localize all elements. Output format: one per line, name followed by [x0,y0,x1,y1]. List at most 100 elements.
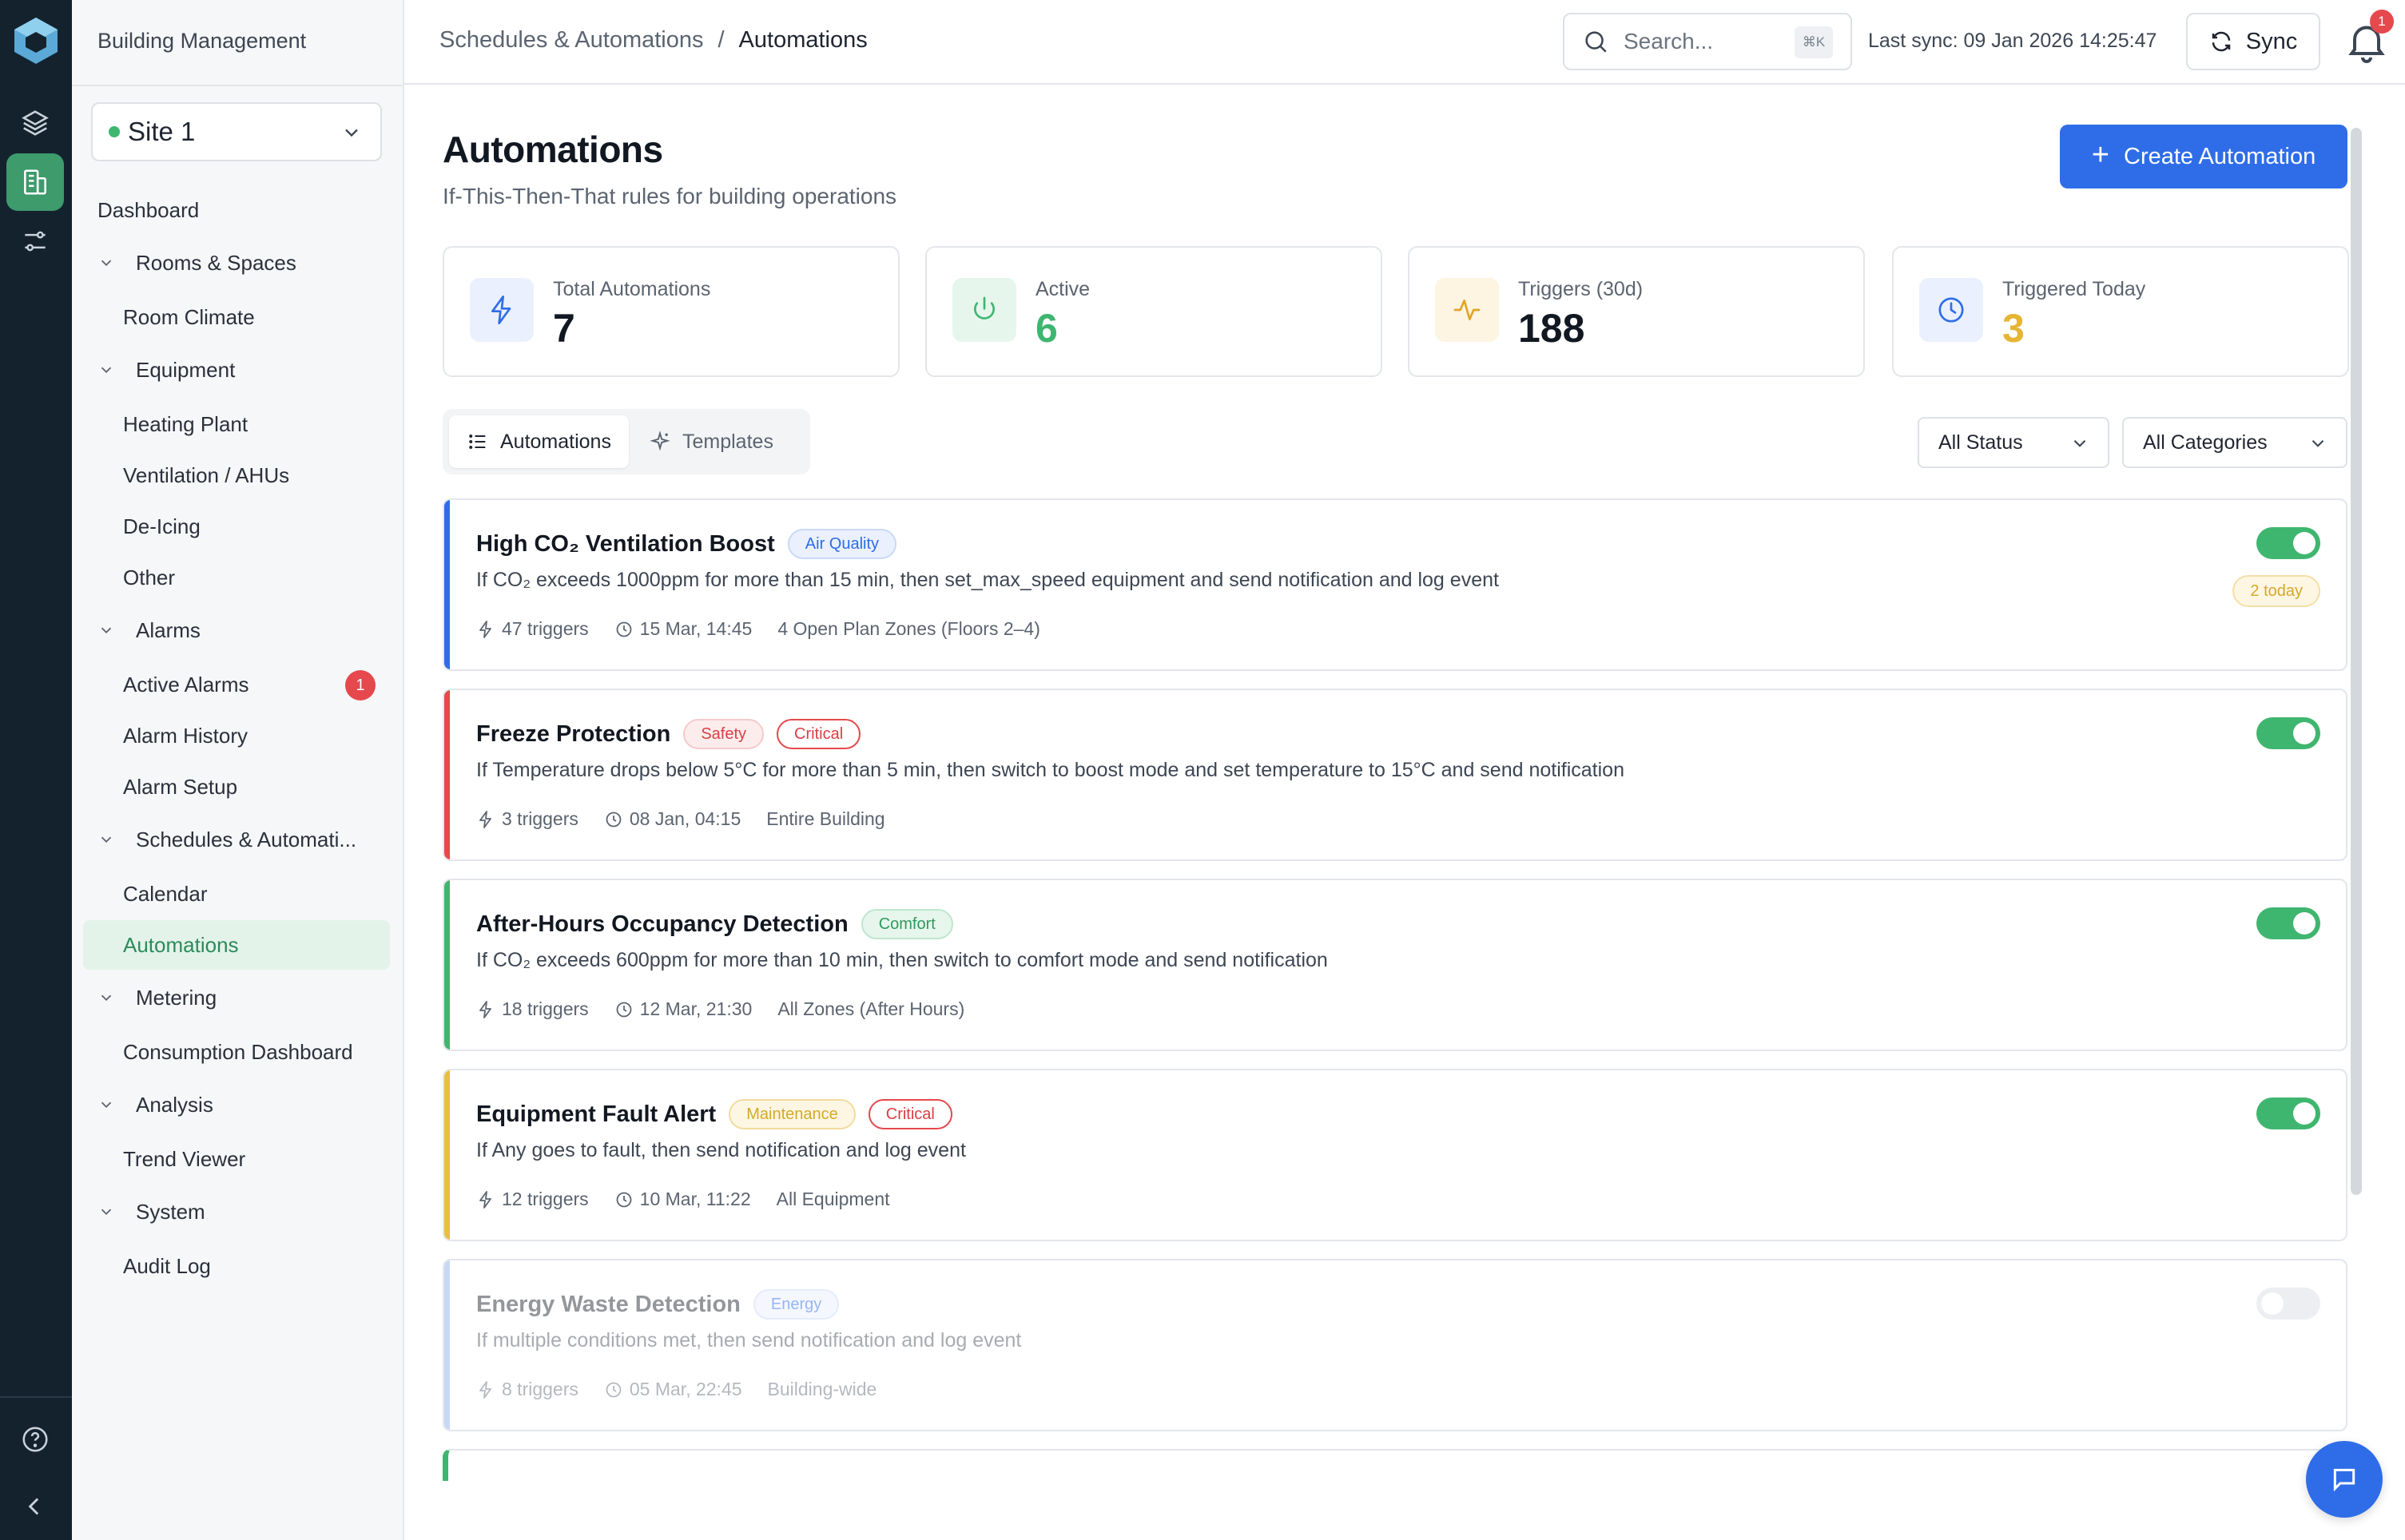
sidebar-item-alarms[interactable]: Alarms [83,605,390,655]
automation-enabled-toggle[interactable] [2256,1288,2320,1320]
sidebar-item-automations[interactable]: Automations [83,920,390,970]
building-nav-button[interactable] [6,153,64,211]
sidebar-item-other[interactable]: Other [83,553,390,602]
sidebar-item-audit-log[interactable]: Audit Log [83,1241,390,1291]
card-accent-bar [444,880,450,1050]
sidebar-item-label: Metering [136,985,217,1010]
search-shortcut: ⌘K [1795,26,1833,58]
sidebar-item-heating-plant[interactable]: Heating Plant [83,399,390,449]
sidebar-item-trend-viewer[interactable]: Trend Viewer [83,1134,390,1184]
app-logo-icon[interactable] [10,14,62,67]
sidebar-item-alarm-history[interactable]: Alarm History [83,711,390,760]
automation-description: If Temperature drops below 5°C for more … [476,759,1624,781]
sidebar-item-label: Rooms & Spaces [136,250,296,275]
sidebar-item-active-alarms[interactable]: Active Alarms 1 [83,660,390,709]
alarm-count-badge: 1 [345,670,376,701]
scrollbar[interactable] [2351,128,2362,1291]
sidebar-item-alarm-setup[interactable]: Alarm Setup [83,762,390,812]
chevron-down-icon [101,260,112,267]
chat-button[interactable] [2306,1441,2383,1518]
stat-value: 7 [553,306,575,351]
search-input[interactable]: Search... ⌘K [1563,13,1852,70]
last-triggered-text: 08 Jan, 04:15 [629,808,741,829]
breadcrumb: Schedules & Automations / Automations [439,27,868,54]
sidebar-item-room-climate[interactable]: Room Climate [83,292,390,342]
automation-card[interactable]: Energy Waste Detection Energy If multiple … [443,1259,2347,1431]
sidebar-item-label: Alarms [136,617,201,642]
card-accent-bar [444,690,450,859]
chat-icon [2333,1468,2355,1492]
sidebar-item-dashboard[interactable]: Dashboard [83,185,390,235]
scrollbar-thumb[interactable] [2351,128,2362,1195]
automation-enabled-toggle[interactable] [2256,527,2320,559]
chevron-down-icon [101,627,112,634]
automation-scope: Building-wide [767,1379,877,1399]
stat-card-triggered-today: Triggered Today 3 [1892,246,2349,377]
sidebar-item-label: De-Icing [123,514,201,538]
triggered-today-badge: 2 today [2232,575,2320,607]
chevron-down-icon [101,836,112,843]
automation-meta: 47 triggers 15 Mar, 14:45 4 Open Plan Zone… [476,618,1066,640]
search-icon [1585,31,1607,53]
automation-card[interactable]: Freeze Protection Safety Critical If Temper… [443,689,2347,861]
tab-templates[interactable]: Templates [631,415,791,468]
sidebar-item-label: Heating Plant [123,411,248,436]
category-filter-select[interactable]: All Categories [2122,417,2347,468]
category-tag: Critical [868,1099,952,1129]
last-triggered: 10 Mar, 11:22 [614,1189,751,1210]
automation-description: If multiple conditions met, then send no… [476,1329,1022,1351]
plus-icon: + [2091,138,2109,172]
sidebar-item-label: Trend Viewer [123,1146,246,1171]
breadcrumb-parent[interactable]: Schedules & Automations [439,27,703,54]
automation-card[interactable]: Equipment Fault Alert Maintenance Critical… [443,1069,2347,1241]
automation-scope: All Equipment [776,1189,890,1209]
chevron-down-icon [2073,439,2086,447]
automation-enabled-toggle[interactable] [2256,717,2320,749]
bolt-icon [479,1000,491,1018]
automation-card[interactable]: After-Hours Occupancy Detection Comfort If… [443,879,2347,1051]
sidebar-item-de-icing[interactable]: De-Icing [83,502,390,551]
sidebar-item-consumption-dashboard[interactable]: Consumption Dashboard [83,1027,390,1077]
stat-label: Active [1036,278,1091,300]
sidebar-item-system[interactable]: System [83,1187,390,1236]
last-triggered-text: 15 Mar, 14:45 [639,618,753,639]
sidebar-item-equipment[interactable]: Equipment [83,345,390,395]
list-icon [469,435,486,449]
stat-label: Total Automations [553,278,711,300]
last-triggered: 05 Mar, 22:45 [604,1379,742,1400]
help-button[interactable] [6,1411,64,1468]
site-select[interactable]: Site 1 [91,102,382,161]
sidebar-item-label: System [136,1199,205,1224]
stat-label: Triggered Today [2002,278,2146,300]
status-filter-select[interactable]: All Status [1918,417,2109,468]
bolt-icon [479,810,491,828]
sparkle-icon [650,431,670,451]
automation-title: Energy Waste Detection [476,1291,741,1317]
automation-card[interactable]: High CO₂ Ventilation Boost Air Quality If … [443,498,2347,671]
sidebar-item-rooms-spaces[interactable]: Rooms & Spaces [83,238,390,288]
sidebar-divider [72,85,404,86]
site-select-value: Site 1 [128,117,196,146]
automation-enabled-toggle[interactable] [2256,907,2320,939]
collapse-sidebar-button[interactable] [6,1478,64,1535]
sidebar-item-metering[interactable]: Metering [83,973,390,1022]
tab-automations[interactable]: Automations [449,415,629,468]
settings-sliders-nav-button[interactable] [6,212,64,270]
trigger-count: 47 triggers [476,618,589,640]
create-automation-button[interactable]: + Create Automation [2060,125,2347,189]
page-title: Automations [443,129,663,170]
sync-button[interactable]: Sync [2186,13,2320,70]
sidebar-item-calendar[interactable]: Calendar [83,869,390,919]
chevron-down-icon [101,367,112,374]
sidebar-item-analysis[interactable]: Analysis [83,1080,390,1129]
clock-icon [616,1002,632,1017]
automation-card-partial [443,1449,2347,1481]
automation-scope: 4 Open Plan Zones (Floors 2–4) [777,618,1040,639]
clock-icon [1938,297,1964,323]
layers-nav-button[interactable] [6,94,64,152]
sidebar-item-label: Equipment [136,357,236,382]
sidebar-item-schedules-automati[interactable]: Schedules & Automati... [83,815,390,864]
tab-automations-label: Automations [500,430,611,453]
automation-enabled-toggle[interactable] [2256,1097,2320,1129]
sidebar-item-ventilation-ahus[interactable]: Ventilation / AHUs [83,450,390,500]
